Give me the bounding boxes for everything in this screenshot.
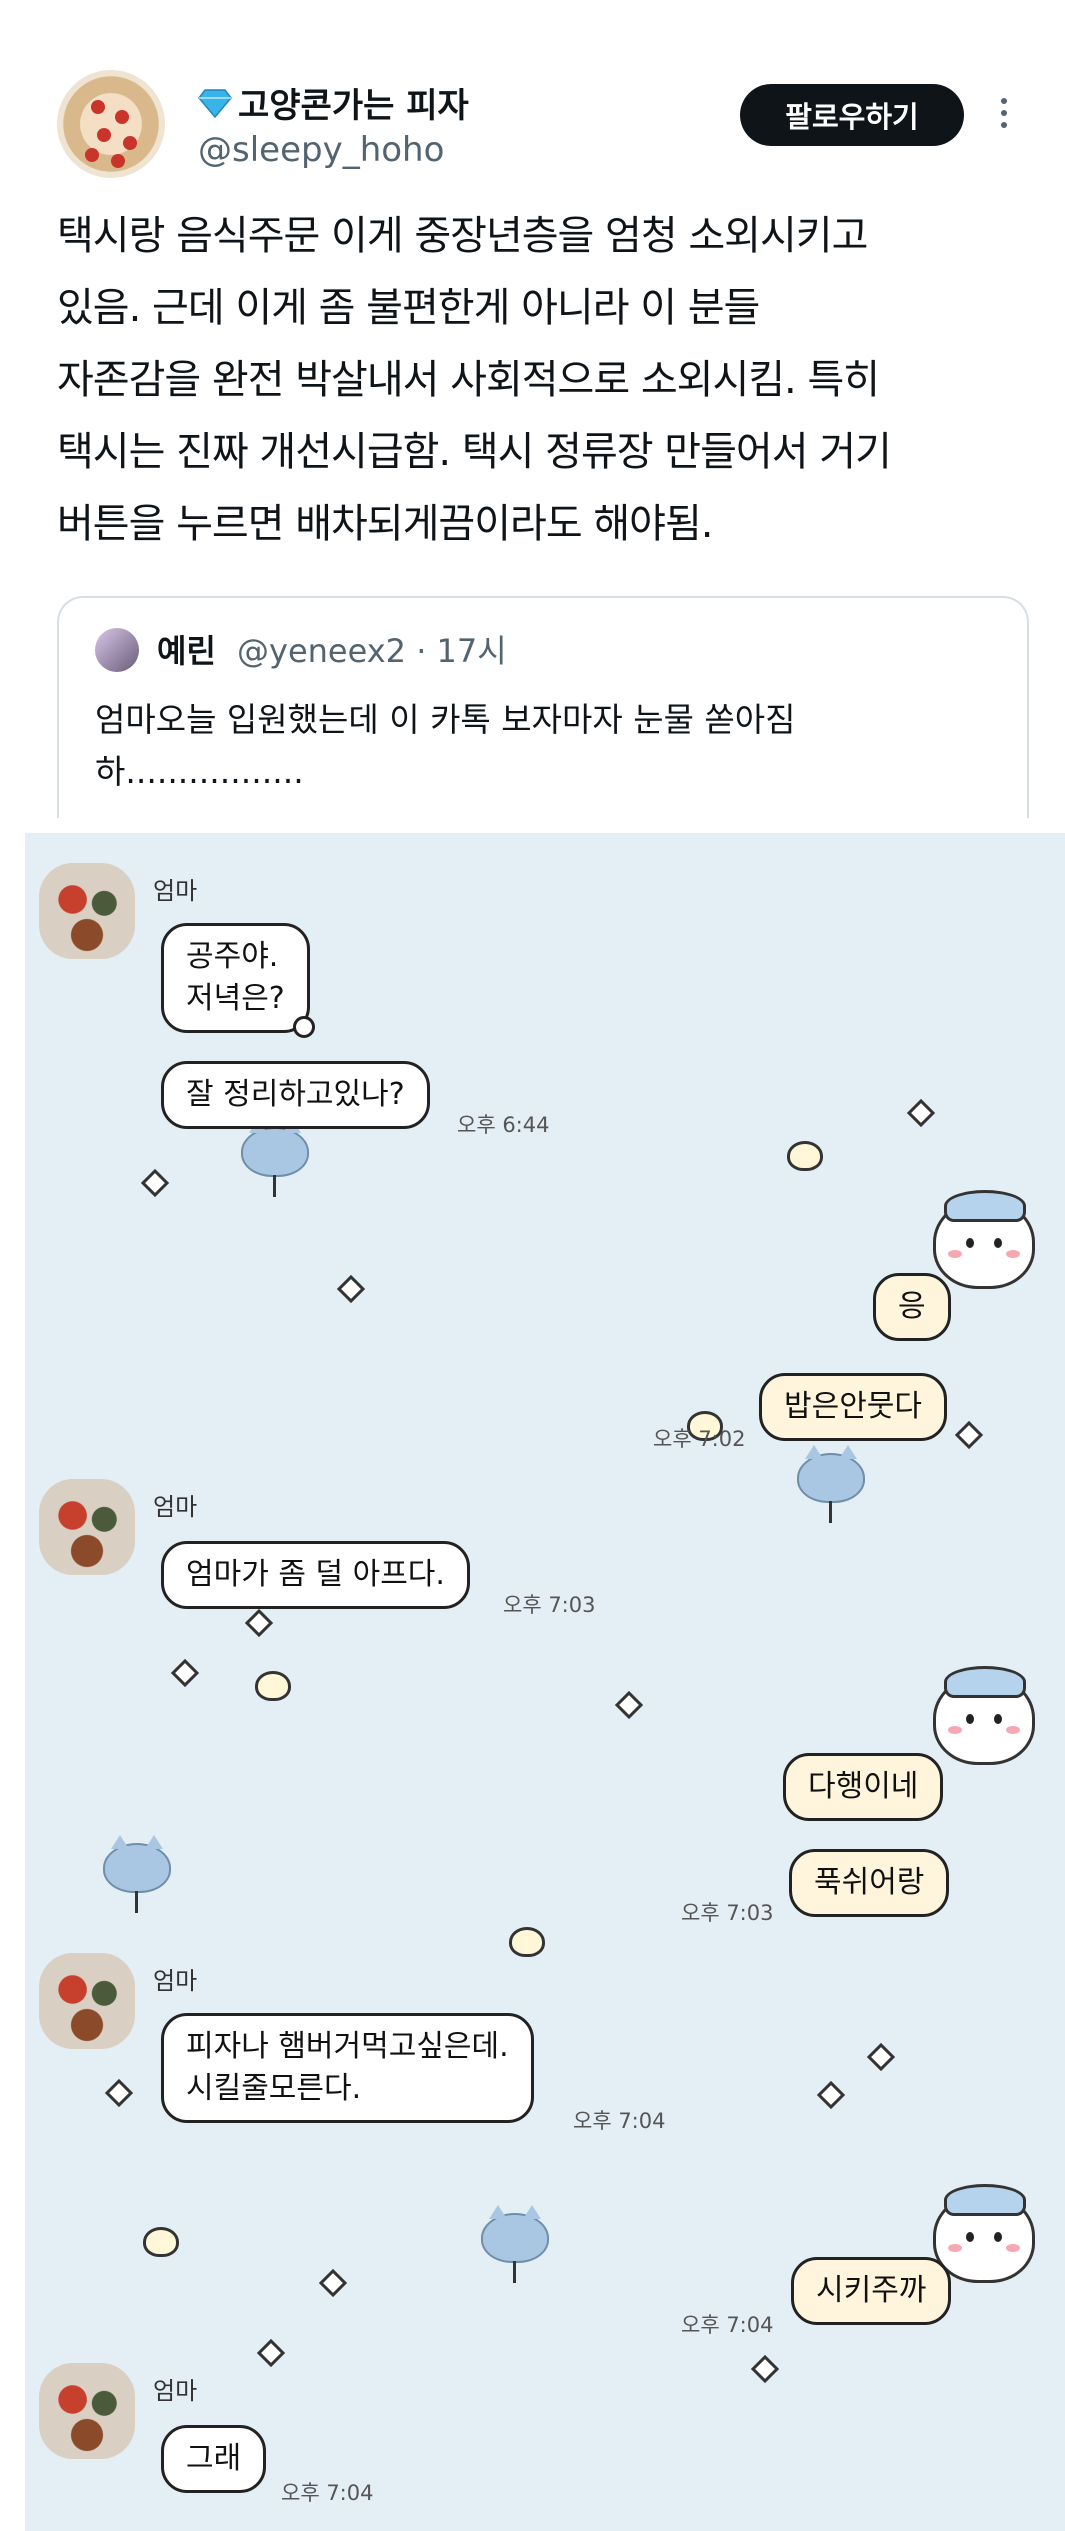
chat-bubble: 피자나 햄버거먹고싶은데. 시킬줄모른다. xyxy=(161,2013,534,2123)
message-time: 오후 6:44 xyxy=(457,1113,550,1137)
sparkle-icon xyxy=(614,1690,644,1720)
heart-icon xyxy=(509,1927,545,1957)
profile-avatar[interactable] xyxy=(57,70,165,178)
heart-icon xyxy=(143,2227,179,2257)
tweet-line: 택시는 진짜 개선시급함. 택시 정류장 만들어서 거기 xyxy=(57,429,892,475)
tweet-line: 버튼을 누르면 배차되게끔이라도 해야됨. xyxy=(57,501,713,547)
display-name: 고양콘가는 피자 xyxy=(238,86,469,126)
sparkle-icon xyxy=(140,1168,170,1198)
message-time: 오후 7:03 xyxy=(503,1593,596,1617)
bubble-line: 공주야. xyxy=(186,939,279,974)
tweet-line: 자존감을 완전 박살내서 사회적으로 소외시킴. 특히 xyxy=(57,357,880,403)
user-handle[interactable]: @sleepy_hoho xyxy=(198,130,444,170)
cat-sticker-icon xyxy=(797,1445,865,1523)
cat-sticker-icon xyxy=(481,2205,549,2283)
sparkle-icon xyxy=(336,1274,366,1304)
more-icon[interactable] xyxy=(992,98,1016,138)
sparkle-icon xyxy=(104,2078,134,2108)
chat-bubble: 엄마가 좀 덜 아프다. xyxy=(161,1541,470,1609)
message-time: 오후 7:04 xyxy=(281,2481,374,2505)
mom-avatar[interactable] xyxy=(39,2363,135,2459)
diamond-icon xyxy=(198,88,232,118)
sparkle-icon xyxy=(256,2338,286,2368)
message-time: 오후 7:04 xyxy=(573,2109,666,2133)
sparkle-icon xyxy=(750,2354,780,2384)
follow-button[interactable]: 팔로우하기 xyxy=(740,84,964,146)
display-name-row[interactable]: 고양콘가는 피자 xyxy=(198,78,469,127)
chat-bubble: 그래 xyxy=(161,2425,267,2493)
tweet-line: 있음. 근데 이게 좀 불편한게 아니라 이 분들 xyxy=(57,285,760,331)
chat-bubble: 푹쉬어랑 xyxy=(789,1849,950,1917)
cat-sticker-icon xyxy=(103,1835,171,1913)
sender-name: 엄마 xyxy=(153,2377,198,2405)
quoted-meta: @yeneex2 · 17시 xyxy=(237,632,507,670)
sparkle-icon xyxy=(954,1420,984,1450)
bubble-line: 피자나 햄버거먹고싶은데. xyxy=(186,2029,509,2064)
quoted-line: 엄마오늘 입원했는데 이 카톡 보자마자 눈물 쏟아짐 xyxy=(95,700,796,739)
quoted-text: 엄마오늘 입원했는데 이 카톡 보자마자 눈물 쏟아짐 하...........… xyxy=(95,694,995,798)
chat-bubble: 시키주까 xyxy=(791,2257,952,2325)
tweet-body: 택시랑 음식주문 이게 중장년층을 엄청 소외시키고 있음. 근데 이게 좀 불… xyxy=(57,200,1017,560)
mom-avatar[interactable] xyxy=(39,1479,135,1575)
chiikawa-sticker-icon xyxy=(933,1666,1035,1765)
sparkle-icon xyxy=(906,1098,936,1128)
chat-bubble: 밥은안뭇다 xyxy=(759,1373,947,1441)
quoted-avatar xyxy=(95,628,139,672)
message-time: 오후 7:02 xyxy=(653,1427,746,1451)
mom-avatar[interactable] xyxy=(39,863,135,959)
sparkle-icon xyxy=(244,1608,274,1638)
mom-avatar[interactable] xyxy=(39,1953,135,2049)
chat-bubble: 응 xyxy=(873,1273,951,1341)
sparkle-icon xyxy=(318,2268,348,2298)
heart-icon xyxy=(255,1671,291,1701)
chiikawa-sticker-icon xyxy=(933,2184,1035,2283)
bubble-line: 시킬줄모른다. xyxy=(186,2071,362,2106)
message-time: 오후 7:04 xyxy=(681,2313,774,2337)
sender-name: 엄마 xyxy=(153,1493,198,1521)
quoted-name: 예린 xyxy=(157,632,216,670)
quoted-line: 하................. xyxy=(95,752,304,791)
cat-sticker-icon xyxy=(241,1119,309,1197)
message-time: 오후 7:03 xyxy=(681,1901,774,1925)
heart-icon xyxy=(787,1141,823,1171)
chat-bubble: 다행이네 xyxy=(783,1753,944,1821)
sparkle-icon xyxy=(170,1658,200,1688)
chiikawa-sticker-icon xyxy=(933,1190,1035,1289)
quoted-tweet[interactable]: 예린 @yeneex2 · 17시 엄마오늘 입원했는데 이 카톡 보자마자 눈… xyxy=(57,596,1029,818)
sparkle-icon xyxy=(866,2042,896,2072)
bubble-line: 저녁은? xyxy=(186,981,285,1016)
chat-screenshot: 엄마 공주야. 저녁은? 잘 정리하고있나? 오후 6:44 응 밥은안뭇다 오… xyxy=(25,833,1065,2531)
chat-bubble: 공주야. 저녁은? xyxy=(161,923,315,1038)
sender-name: 엄마 xyxy=(153,1967,198,1995)
chat-bubble: 잘 정리하고있나? xyxy=(161,1061,430,1129)
sender-name: 엄마 xyxy=(153,877,198,905)
sparkle-icon xyxy=(816,2080,846,2110)
tweet-line: 택시랑 음식주문 이게 중장년층을 엄청 소외시키고 xyxy=(57,213,868,259)
